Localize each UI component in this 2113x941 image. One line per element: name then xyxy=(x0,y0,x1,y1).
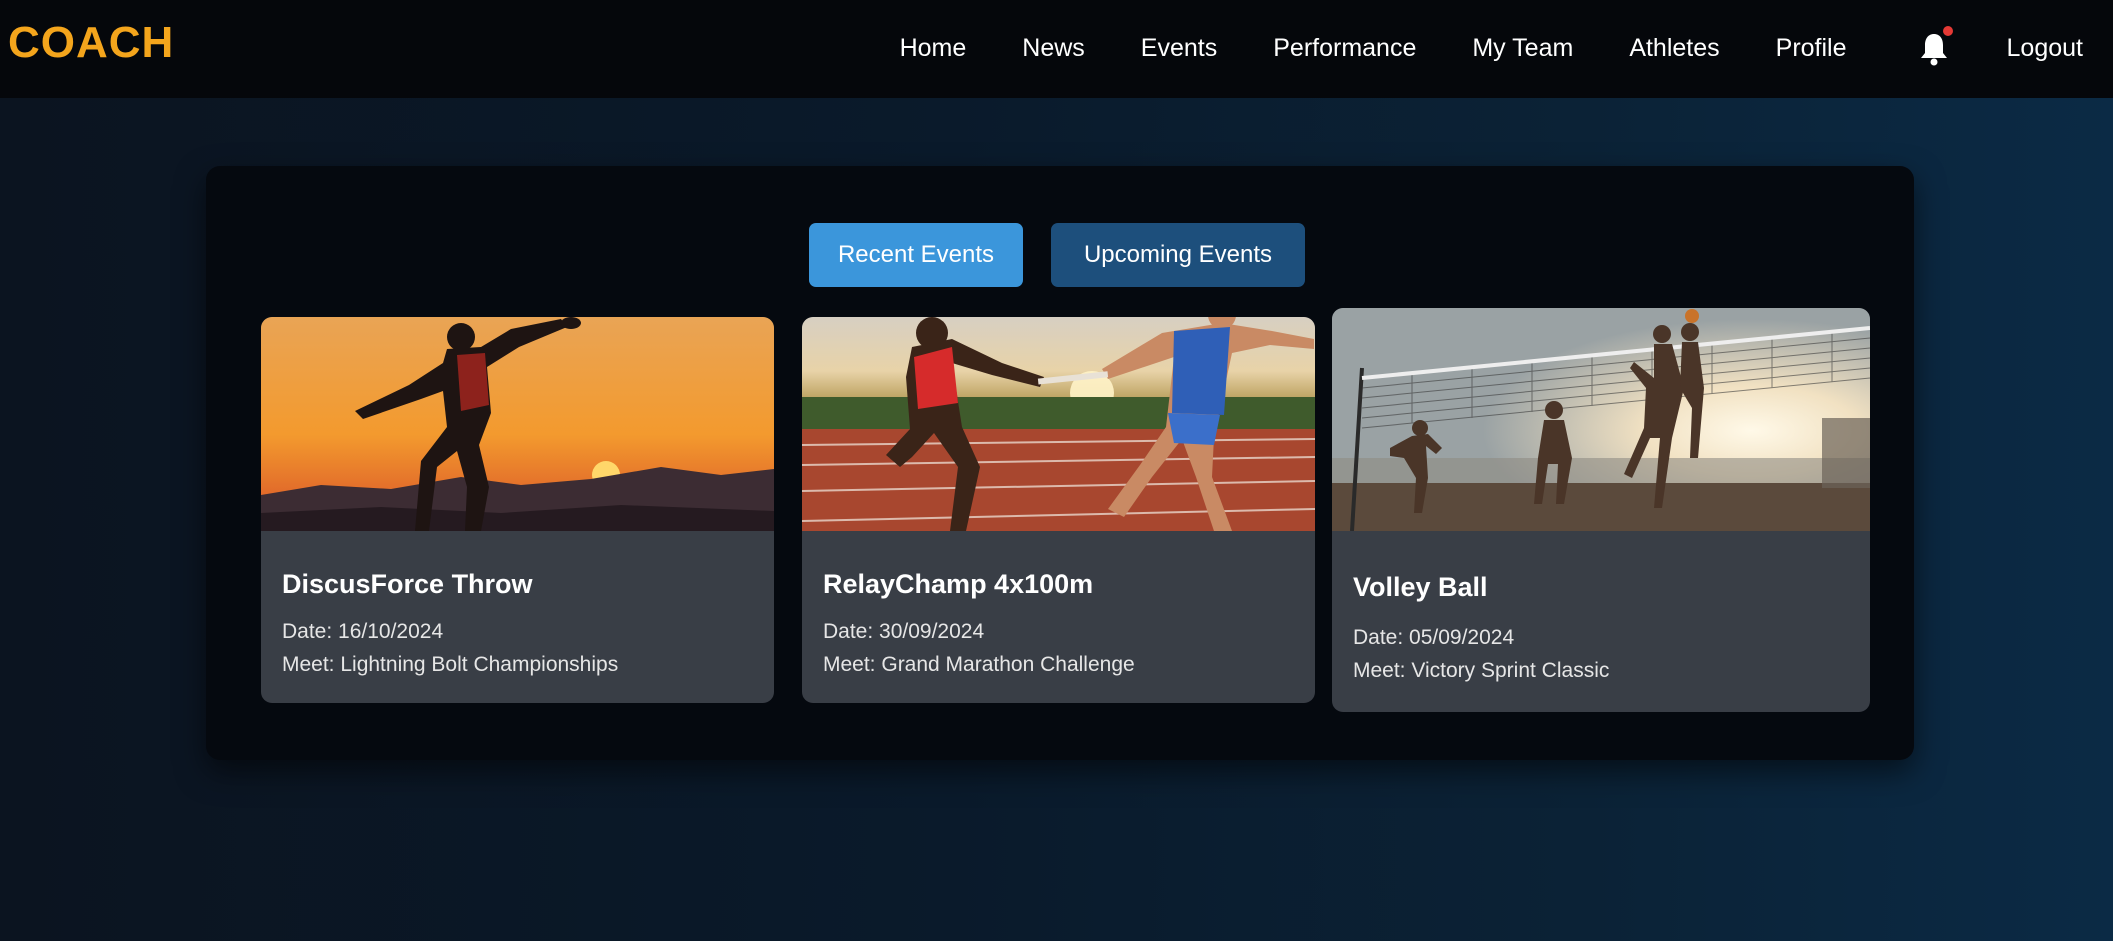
event-meet: Meet: Grand Marathon Challenge xyxy=(823,653,1135,676)
event-image-volleyball xyxy=(1332,308,1870,531)
event-card-relay[interactable]: RelayChamp 4x100m Date: 30/09/2024 Meet:… xyxy=(802,317,1315,703)
main-menu: Home News Events Performance My Team Ath… xyxy=(844,22,2083,74)
nav-profile[interactable]: Profile xyxy=(1776,34,1847,63)
event-date: Date: 30/09/2024 xyxy=(823,620,985,643)
nav-logout[interactable]: Logout xyxy=(2007,34,2083,63)
bell-icon xyxy=(1920,34,1947,66)
nav-performance[interactable]: Performance xyxy=(1273,34,1416,63)
nav-my-team[interactable]: My Team xyxy=(1472,34,1573,63)
nav-athletes[interactable]: Athletes xyxy=(1629,34,1719,63)
event-date: Date: 05/09/2024 xyxy=(1353,626,1515,649)
tab-upcoming-events[interactable]: Upcoming Events xyxy=(1051,223,1305,287)
event-image-relay xyxy=(802,317,1315,531)
event-title: DiscusForce Throw xyxy=(282,569,533,599)
events-panel: Recent Events Upcoming Events DiscusForc… xyxy=(206,166,1914,760)
event-card-discus[interactable]: DiscusForce Throw Date: 16/10/2024 Meet:… xyxy=(261,317,774,703)
nav-home[interactable]: Home xyxy=(900,34,967,63)
top-navbar: COACH Home News Events Performance My Te… xyxy=(0,0,2113,98)
event-image-discus xyxy=(261,317,774,531)
event-meet: Meet: Victory Sprint Classic xyxy=(1353,659,1610,682)
tab-recent-events[interactable]: Recent Events xyxy=(809,223,1023,287)
event-meet: Meet: Lightning Bolt Championships xyxy=(282,653,619,676)
event-title: RelayChamp 4x100m xyxy=(823,569,1094,599)
notification-dot xyxy=(1942,26,1953,36)
event-title: Volley Ball xyxy=(1353,572,1488,602)
nav-events[interactable]: Events xyxy=(1141,34,1217,63)
nav-news[interactable]: News xyxy=(1022,34,1085,63)
brand-logo[interactable]: COACH xyxy=(8,18,174,68)
events-tabs: Recent Events Upcoming Events xyxy=(809,223,1333,287)
event-date: Date: 16/10/2024 xyxy=(282,620,444,643)
event-card-volleyball[interactable]: Volley Ball Date: 05/09/2024 Meet: Victo… xyxy=(1332,308,1870,712)
notifications-button[interactable] xyxy=(1917,26,1953,68)
